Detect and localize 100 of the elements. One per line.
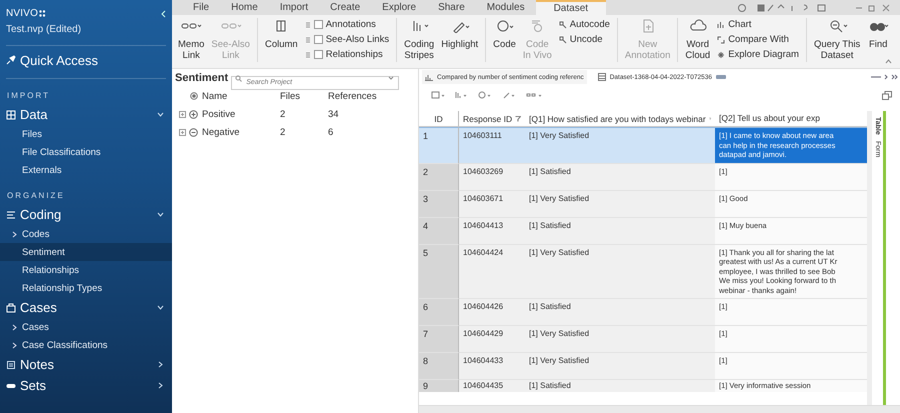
ribbon-small-button[interactable]: Compare With [717, 33, 799, 46]
lines-icon [304, 50, 311, 58]
ribbon-button[interactable]: Memo Link [176, 18, 206, 61]
plus-circle-icon [189, 110, 198, 118]
section-heading: IMPORT [6, 90, 51, 102]
grid-icon [6, 110, 16, 120]
lines-icon [304, 36, 311, 44]
nav-group[interactable]: Cases [0, 297, 172, 318]
ribbon-button[interactable]: Column [262, 18, 300, 50]
table-cell: [1] Satisfied [525, 299, 715, 326]
nav-item[interactable]: Files [0, 125, 172, 143]
table-cell: 104604413 [459, 218, 525, 244]
ribbon-button[interactable]: Highlight [439, 18, 480, 50]
ribbon-tab[interactable]: Create [319, 0, 372, 15]
collapse-icon[interactable] [161, 10, 166, 18]
column-header[interactable]: Name [202, 90, 280, 102]
nav-item[interactable]: Cases [0, 318, 172, 336]
table-cell: 104604424 [459, 244, 525, 299]
diagram-icon [717, 50, 726, 58]
ribbon-button[interactable]: Coding Stripes [402, 18, 436, 61]
ribbon-checkbox[interactable]: Annotations [304, 18, 390, 31]
ribbon-tab[interactable]: File [182, 0, 220, 15]
chevron-icon [12, 342, 17, 348]
case-icon [6, 302, 16, 312]
ribbon-tab[interactable]: Home [220, 0, 269, 15]
nav-group[interactable]: Coding [0, 204, 172, 225]
auto-icon [558, 36, 567, 44]
auto-icon [558, 20, 567, 28]
ribbon-button[interactable]: Word Cloud [683, 18, 712, 61]
chevron-icon [12, 324, 17, 330]
list-row[interactable]: Negative 2 6 [172, 123, 418, 141]
table-cell: [1] Very Satisfied [525, 353, 715, 380]
ribbon-tab[interactable]: Import [268, 0, 320, 15]
ribbon-checkbox[interactable]: See-Also Links [304, 33, 390, 46]
chevron-icon [157, 382, 164, 389]
ribbon-small-button[interactable]: Explore Diagram [717, 48, 799, 61]
ribbon-checkbox[interactable]: Relationships [304, 48, 390, 61]
table-cell: 104604426 [459, 299, 525, 326]
nav-group[interactable]: Notes [0, 354, 172, 375]
quick-access-item[interactable]: Quick Access [0, 46, 172, 68]
tab-scroll-drawing[interactable] [870, 74, 898, 80]
nav-item[interactable]: Case Classifications [0, 336, 172, 354]
close-icon[interactable] [716, 75, 726, 79]
row-id-cell: 6 [419, 299, 459, 326]
ribbon-button[interactable]: Code [491, 18, 518, 50]
column-header[interactable]: Files [280, 90, 328, 102]
expand-icon[interactable] [179, 110, 186, 118]
horizontal-scrollbar[interactable] [419, 405, 900, 413]
vertical-scrollbar[interactable] [867, 111, 872, 405]
table-cell: 104603111 [459, 127, 525, 164]
expand-icon[interactable] [179, 128, 186, 136]
ribbon-small-button[interactable]: Uncode [558, 33, 610, 46]
nav-item[interactable]: Relationship Types [0, 279, 172, 297]
nav-group[interactable]: Sets [0, 375, 172, 396]
app-logo: NVIVO [6, 8, 38, 19]
table-cell: [1] Satisfied [525, 218, 715, 244]
minus-circle-icon [189, 128, 198, 136]
nav-item[interactable]: Externals [0, 161, 172, 179]
list-row[interactable]: Positive 2 34 [172, 105, 418, 123]
column-header[interactable]: References [328, 90, 398, 102]
project-name: Test.nvp (Edited) [5, 23, 82, 35]
nav-group[interactable]: Data [0, 104, 172, 125]
table-cell: 104604433 [459, 353, 525, 380]
chevron-icon [157, 304, 164, 311]
table-cell: [1] Very Satisfied [525, 127, 715, 164]
filter-icon[interactable] [708, 116, 711, 122]
row-id-cell: 2 [419, 164, 459, 190]
column-header[interactable]: ID [419, 111, 459, 127]
row-id-cell: 1 [419, 127, 459, 164]
chevron-icon [157, 111, 164, 118]
compare-icon [717, 36, 726, 44]
ribbon-button[interactable]: Query This Dataset [812, 18, 862, 61]
filter-icon[interactable] [515, 116, 521, 122]
table-cell: 104604435 [459, 380, 525, 392]
collapse-ribbon-icon[interactable] [885, 59, 892, 64]
ribbon-small-button[interactable]: Autocode [558, 18, 610, 31]
ribbon-tab[interactable]: Share [427, 0, 476, 15]
ribbon-tab[interactable]: Modules [476, 0, 536, 15]
table-cell: 104604429 [459, 326, 525, 353]
table-cell: 104603671 [459, 190, 525, 218]
table-cell: [1] Very Satisfied [525, 326, 715, 353]
nav-item[interactable]: File Classifications [0, 143, 172, 161]
nav-item[interactable]: Codes [0, 225, 172, 243]
sentiment-icon [190, 92, 198, 100]
ribbon-small-button[interactable]: Chart [717, 18, 799, 31]
table-cell: [1] Very Satisfied [525, 244, 715, 299]
ribbon-tab[interactable]: Dataset [536, 0, 606, 15]
table-cell: [1] Satisfied [525, 164, 715, 190]
row-id-cell: 4 [419, 218, 459, 244]
caret-icon [388, 76, 394, 80]
ribbon-tab[interactable]: Explore [371, 0, 428, 15]
row-id-cell: 9 [419, 380, 459, 392]
ribbon-button[interactable]: Find [865, 18, 892, 50]
nav-item[interactable]: Relationships [0, 261, 172, 279]
restore-icon[interactable] [882, 90, 892, 100]
pin-icon [6, 55, 16, 65]
panel-title: Sentiment [175, 72, 228, 84]
nav-item[interactable]: Sentiment [0, 243, 172, 261]
row-id-cell: 5 [419, 244, 459, 299]
lines-icon [304, 20, 311, 28]
